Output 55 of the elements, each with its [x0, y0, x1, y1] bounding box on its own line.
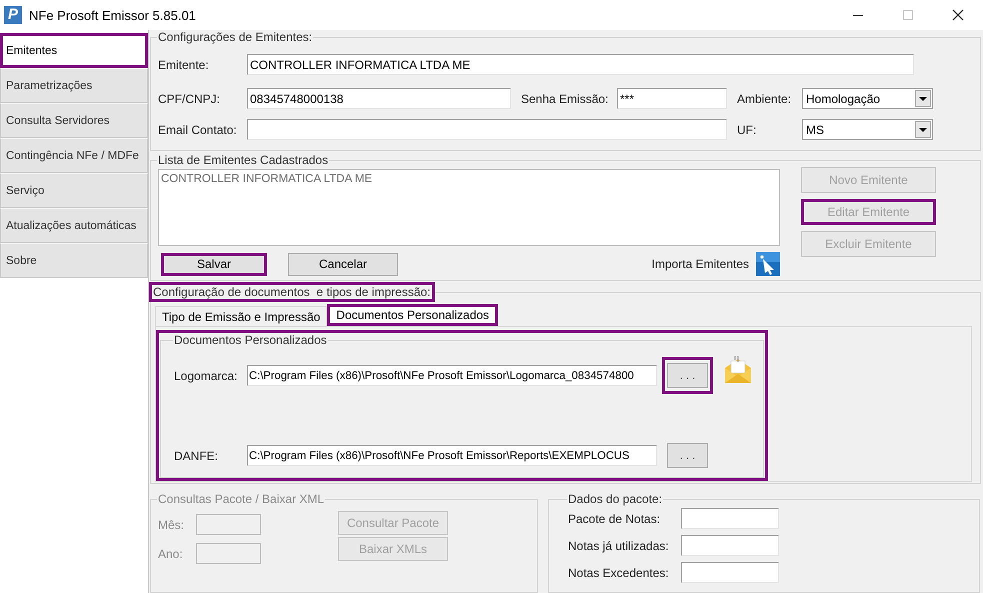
field-label: CPF/CNPJ:: [158, 92, 222, 106]
browse-button[interactable]: . . .: [667, 363, 708, 388]
text-field[interactable]: [247, 119, 727, 140]
field-label: Logomarca:: [174, 368, 238, 382]
sidebar-item[interactable]: Consulta Servidores: [0, 103, 148, 138]
field-label: Ambiente:: [737, 92, 792, 106]
group-title: Lista de Emitentes Cadastrados: [157, 153, 330, 167]
action-button[interactable]: Cancelar: [288, 252, 398, 276]
field-label: Notas Excedentes:: [568, 566, 670, 580]
group-title: Configuração de documentos e tipos de impressão:: [149, 282, 434, 302]
group-title: Consultas Pacote / Baixar XML: [157, 492, 326, 506]
browse-button[interactable]: . . .: [667, 443, 708, 468]
dropdown-value: Homologação: [806, 92, 882, 106]
window-title: NFe Prosoft Emissor 5.85.01: [29, 8, 196, 22]
field-label: Mês:: [158, 518, 186, 532]
maximize-icon: [903, 10, 913, 20]
group-title: Documentos Personalizados: [173, 333, 328, 347]
app-logo: P: [4, 6, 22, 24]
field-label: Pacote de Notas:: [568, 512, 662, 526]
text-field[interactable]: 08345748000138: [247, 88, 511, 109]
dropdown-arrow-icon: [919, 96, 927, 100]
field-label: Ano:: [158, 546, 184, 560]
text-field[interactable]: [681, 508, 779, 529]
field-label: Emitente:: [158, 58, 210, 72]
field-label: Email Contato:: [158, 122, 238, 136]
password-field[interactable]: ***: [617, 88, 727, 109]
group-title: Configurações de Emitentes:: [157, 30, 314, 44]
action-button[interactable]: Salvar: [161, 252, 267, 276]
import-label: Importa Emitentes: [652, 257, 749, 271]
sidebar-item[interactable]: Emitentes: [0, 33, 148, 68]
dropdown[interactable]: MS: [802, 119, 933, 140]
field-label: UF:: [737, 122, 758, 136]
text-field[interactable]: [681, 562, 779, 583]
text-field[interactable]: CONTROLLER INFORMATICA LTDA ME: [247, 54, 914, 75]
tab[interactable]: Tipo de Emissão e Impressão: [155, 306, 328, 326]
dropdown-arrow-icon: [919, 128, 927, 132]
path-field[interactable]: C:\Program Files (x86)\Prosoft\NFe Prosoft Emissor\Logomarca_0834574800: [247, 365, 657, 386]
sidebar-item[interactable]: Parametrizações: [0, 68, 148, 103]
field-label: Notas já utilizadas:: [568, 538, 670, 552]
dropdown[interactable]: Homologação: [802, 88, 933, 109]
text-field[interactable]: [681, 535, 779, 556]
close-icon: [952, 9, 964, 21]
dropdown-value: MS: [806, 122, 825, 136]
sidebar-item[interactable]: Serviço: [0, 173, 148, 208]
tab[interactable]: Documentos Personalizados: [327, 304, 498, 326]
group-title: Dados do pacote:: [567, 492, 664, 506]
sidebar-item[interactable]: Sobre: [0, 243, 148, 278]
list-item[interactable]: CONTROLLER INFORMATICA LTDA ME: [161, 173, 777, 185]
import-button[interactable]: [756, 252, 780, 276]
sidebar-item[interactable]: Contingência NFe / MDFe: [0, 138, 148, 173]
path-field[interactable]: C:\Program Files (x86)\Prosoft\NFe Prosoft Emissor\Reports\EXEMPLOCUS: [247, 445, 657, 466]
field-label: Senha Emissão:: [521, 92, 610, 106]
field-label: DANFE:: [174, 448, 220, 462]
list-box[interactable]: CONTROLLER INFORMATICA LTDA ME: [158, 169, 780, 246]
sidebar-item[interactable]: Atualizações automáticas: [0, 208, 148, 243]
